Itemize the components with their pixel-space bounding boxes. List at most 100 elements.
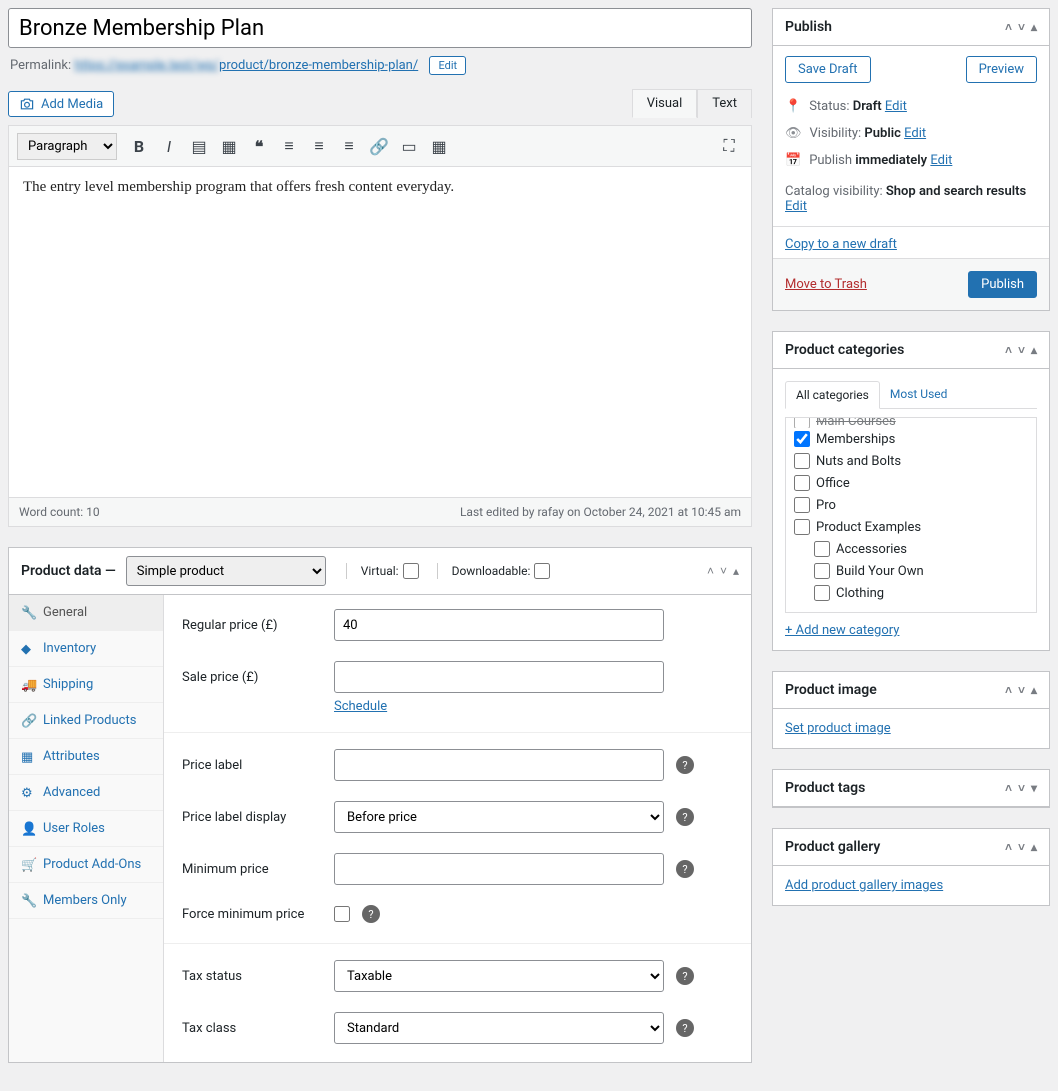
publish-button[interactable]: Publish xyxy=(968,271,1037,298)
set-product-image-link[interactable]: Set product image xyxy=(785,721,891,736)
add-gallery-images-link[interactable]: Add product gallery images xyxy=(785,878,943,893)
chevron-up-icon[interactable]: ˄ xyxy=(707,564,714,578)
price-label-input[interactable] xyxy=(334,749,664,781)
quote-icon[interactable]: ❝ xyxy=(245,132,273,160)
category-item[interactable]: Pro xyxy=(794,494,1028,516)
numbered-list-icon[interactable]: ▦ xyxy=(215,132,243,160)
help-icon[interactable]: ? xyxy=(676,860,694,878)
tax-class-select[interactable]: Standard xyxy=(334,1012,664,1044)
category-item[interactable]: Office xyxy=(794,472,1028,494)
align-right-icon[interactable]: ≡ xyxy=(335,132,363,160)
add-media-button[interactable]: Add Media xyxy=(8,91,114,117)
collapse-icon[interactable]: ▾ xyxy=(1031,781,1037,795)
category-item[interactable]: Main Courses xyxy=(794,417,1028,428)
move-to-trash-link[interactable]: Move to Trash xyxy=(785,277,867,292)
schedule-link[interactable]: Schedule xyxy=(334,699,387,714)
category-checkbox[interactable] xyxy=(794,519,810,535)
edit-status-link[interactable]: Edit xyxy=(885,99,907,114)
tab-advanced[interactable]: ⚙Advanced xyxy=(9,775,163,811)
format-select[interactable]: Paragraph xyxy=(17,133,117,160)
category-item[interactable]: Memberships xyxy=(794,428,1028,450)
category-checkbox[interactable] xyxy=(814,563,830,579)
permalink-row: Permalink: https://example.test/wp/produ… xyxy=(10,56,752,75)
category-item[interactable]: Nuts and Bolts xyxy=(794,450,1028,472)
edit-schedule-link[interactable]: Edit xyxy=(930,153,952,168)
italic-icon[interactable]: I xyxy=(155,132,183,160)
chevron-up-icon[interactable]: ˄ xyxy=(1005,781,1012,795)
category-item[interactable]: Product Examples xyxy=(794,516,1028,538)
chevron-up-icon[interactable]: ˄ xyxy=(1005,343,1012,357)
chevron-up-icon[interactable]: ˄ xyxy=(1005,840,1012,854)
collapse-icon[interactable]: ▴ xyxy=(1031,20,1037,34)
add-category-link[interactable]: + Add new category xyxy=(785,623,899,638)
category-checkbox[interactable] xyxy=(794,453,810,469)
align-center-icon[interactable]: ≡ xyxy=(305,132,333,160)
tab-attributes[interactable]: ▦Attributes xyxy=(9,739,163,775)
edit-visibility-link[interactable]: Edit xyxy=(904,126,926,141)
category-item[interactable]: Build Your Own xyxy=(794,560,1028,582)
category-item[interactable]: Clothing xyxy=(794,582,1028,604)
edit-catalog-link[interactable]: Edit xyxy=(785,199,807,214)
regular-price-input[interactable] xyxy=(334,609,664,641)
category-item[interactable]: Accessories xyxy=(794,538,1028,560)
chevron-down-icon[interactable]: ˅ xyxy=(1018,840,1025,854)
collapse-icon[interactable]: ▴ xyxy=(733,564,739,578)
sale-price-input[interactable] xyxy=(334,661,664,693)
copy-draft-link[interactable]: Copy to a new draft xyxy=(785,237,897,252)
permalink-edit-button[interactable]: Edit xyxy=(429,56,466,75)
chevron-down-icon[interactable]: ˅ xyxy=(1018,781,1025,795)
tab-all-categories[interactable]: All categories xyxy=(785,381,880,409)
fullscreen-icon[interactable]: ⛶ xyxy=(715,132,743,160)
category-checkbox[interactable] xyxy=(814,585,830,601)
link-icon[interactable]: 🔗 xyxy=(365,132,393,160)
help-icon[interactable]: ? xyxy=(676,756,694,774)
force-min-checkbox[interactable] xyxy=(334,906,350,922)
align-left-icon[interactable]: ≡ xyxy=(275,132,303,160)
bold-icon[interactable]: B xyxy=(125,132,153,160)
category-list[interactable]: Main CoursesMemberships Nuts and Bolts Off… xyxy=(785,417,1037,613)
help-icon[interactable]: ? xyxy=(676,967,694,985)
virtual-checkbox[interactable]: Virtual: xyxy=(346,563,419,579)
chevron-down-icon[interactable]: ˅ xyxy=(1018,343,1025,357)
help-icon[interactable]: ? xyxy=(362,905,380,923)
category-checkbox[interactable] xyxy=(794,475,810,491)
product-type-select[interactable]: Simple product xyxy=(126,556,326,586)
tab-shipping[interactable]: 🚚Shipping xyxy=(9,667,163,703)
preview-button[interactable]: Preview xyxy=(966,56,1037,83)
minimum-price-input[interactable] xyxy=(334,853,664,885)
collapse-icon[interactable]: ▴ xyxy=(1031,840,1037,854)
tab-members-only[interactable]: 🔧Members Only xyxy=(9,883,163,919)
category-checkbox[interactable] xyxy=(794,497,810,513)
category-checkbox[interactable] xyxy=(814,541,830,557)
tab-user-roles[interactable]: 👤User Roles xyxy=(9,811,163,847)
tab-general[interactable]: 🔧General xyxy=(9,595,163,631)
tab-text[interactable]: Text xyxy=(697,89,752,118)
category-checkbox[interactable] xyxy=(794,431,810,447)
tab-linked-products[interactable]: 🔗Linked Products xyxy=(9,703,163,739)
help-icon[interactable]: ? xyxy=(676,1019,694,1037)
collapse-icon[interactable]: ▴ xyxy=(1031,683,1037,697)
bullet-list-icon[interactable]: ▤ xyxy=(185,132,213,160)
category-label: Nuts and Bolts xyxy=(816,454,901,469)
price-label-display-select[interactable]: Before price xyxy=(334,801,664,833)
more-icon[interactable]: ▭ xyxy=(395,132,423,160)
chevron-down-icon[interactable]: ˅ xyxy=(720,564,727,578)
chevron-down-icon[interactable]: ˅ xyxy=(1018,683,1025,697)
tab-product-addons[interactable]: 🛒Product Add-Ons xyxy=(9,847,163,883)
content-textarea[interactable]: The entry level membership program that … xyxy=(9,167,751,497)
permalink-path[interactable]: product/bronze-membership-plan/ xyxy=(219,58,418,73)
help-icon[interactable]: ? xyxy=(676,808,694,826)
collapse-icon[interactable]: ▴ xyxy=(1031,343,1037,357)
chevron-up-icon[interactable]: ˄ xyxy=(1005,20,1012,34)
category-checkbox[interactable] xyxy=(794,417,810,428)
tax-status-select[interactable]: Taxable xyxy=(334,960,664,992)
save-draft-button[interactable]: Save Draft xyxy=(785,56,871,83)
toolbar-toggle-icon[interactable]: ▦ xyxy=(425,132,453,160)
tab-most-used[interactable]: Most Used xyxy=(880,381,958,408)
downloadable-checkbox[interactable]: Downloadable: xyxy=(437,563,551,579)
title-input[interactable] xyxy=(8,8,752,48)
chevron-down-icon[interactable]: ˅ xyxy=(1018,20,1025,34)
chevron-up-icon[interactable]: ˄ xyxy=(1005,683,1012,697)
tab-visual[interactable]: Visual xyxy=(632,89,698,118)
tab-inventory[interactable]: ◆Inventory xyxy=(9,631,163,667)
